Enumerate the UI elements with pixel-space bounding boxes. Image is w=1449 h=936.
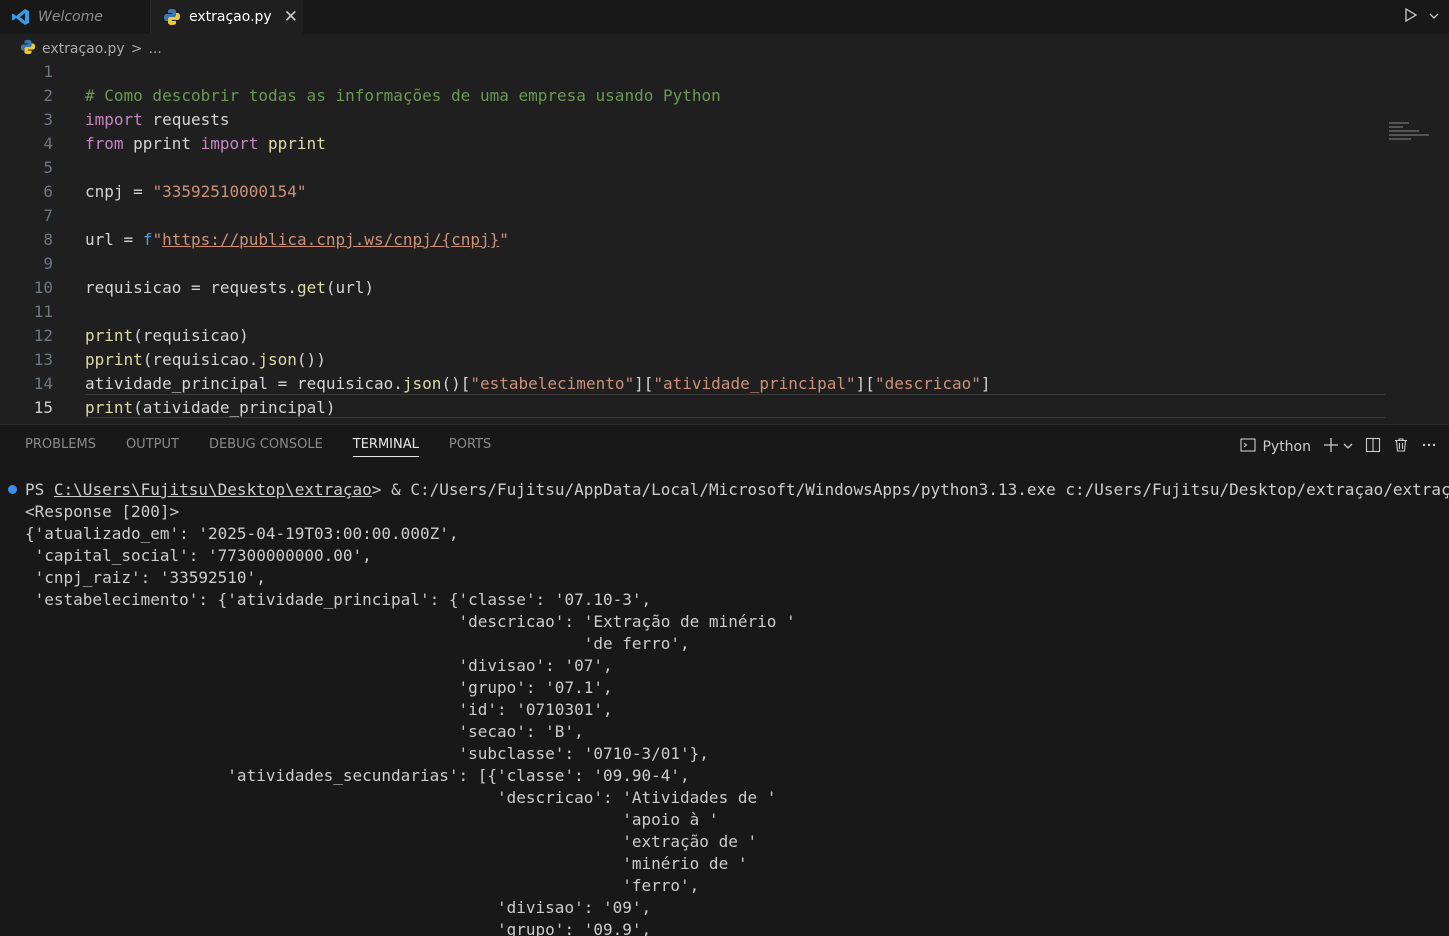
panel-tab-output[interactable]: OUTPUT [126, 437, 179, 457]
prompt-ps: PS [25, 480, 54, 499]
operator: = [181, 278, 211, 297]
vscode-window: Welcome extraçao.py ✕ extraçao.py > ... … [0, 0, 1449, 936]
operator: = [113, 230, 143, 249]
code-line-12: pprint(requisicao.json()) [0, 324, 1400, 369]
terminal-output-line: 'cnpj_raiz': '33592510', [25, 568, 266, 587]
tab-extracao-py[interactable]: extraçao.py ✕ [151, 0, 303, 34]
run-dropdown-chevron-icon[interactable] [1429, 10, 1439, 25]
panel-actions: Python [1240, 437, 1437, 457]
imported-name: pprint [258, 134, 326, 153]
terminal-output-line: 'id': '0710301', [25, 700, 613, 719]
code-line-5: cnpj = "33592510000154" [0, 156, 1400, 201]
code-line-9: requisicao = requests.get(url) [0, 252, 1400, 297]
breadcrumb-more[interactable]: ... [148, 41, 161, 57]
panel-tab-debug-console[interactable]: DEBUG CONSOLE [209, 437, 323, 457]
object-ref: requests. [210, 278, 297, 297]
vscode-logo-icon [12, 8, 30, 26]
keyword-import: import [200, 134, 259, 153]
terminal-output-line: 'descricao': 'Atividades de ' [25, 788, 777, 807]
python-file-icon [163, 8, 181, 26]
terminal-output-line: 'subclasse': '0710-3/01'}, [25, 744, 709, 763]
operator: = [123, 182, 153, 201]
prompt-command: > & C:/Users/Fujitsu/AppData/Local/Micro… [371, 480, 1449, 499]
terminal-output-line: 'divisao': '09', [25, 898, 652, 917]
terminal-output-line: 'divisao': '07', [25, 656, 613, 675]
tab-welcome[interactable]: Welcome [0, 0, 151, 34]
code-line-3: from pprint import pprint [0, 108, 1400, 153]
variable-name: url [85, 230, 114, 249]
variable-name: cnpj [85, 182, 124, 201]
terminal-prompt-line: PS C:\Users\Fujitsu\Desktop\extraçao> & … [25, 479, 1449, 501]
panel-tab-problems[interactable]: PROBLEMS [25, 437, 96, 457]
breadcrumb-separator: > [130, 41, 143, 57]
code-editor[interactable]: 1 2 3 4 5 6 7 8 9 10 11 12 13 14 15 # Como descobrir t… [0, 60, 1449, 422]
terminal-output-line: 'descricao': 'Extração de minério ' [25, 612, 796, 631]
current-line-highlight [85, 394, 1385, 418]
terminal-output-line: 'minério de ' [25, 854, 748, 873]
panel-tab-ports[interactable]: PORTS [449, 437, 491, 457]
quote: " [499, 230, 509, 249]
tab-extracao-label: extraçao.py [189, 9, 272, 25]
python-file-icon [20, 39, 36, 59]
terminal-output-line: 'secao': 'B', [25, 722, 584, 741]
code-line-1: # Como descobrir todas as informações de… [0, 60, 1400, 105]
code-line-7: url = f"https://publica.cnpj.ws/cnpj/{cn… [0, 204, 1400, 249]
prompt-path[interactable]: C:\Users\Fujitsu\Desktop\extraçao [54, 480, 372, 499]
code-line-2: import requests [0, 84, 1400, 129]
minimap[interactable] [1389, 122, 1439, 152]
terminal-output-line: 'de ferro', [25, 634, 690, 653]
function-call: get [296, 278, 326, 297]
fstring-prefix: f [142, 230, 153, 249]
code-line-13: atividade_principal = requisicao.json()[… [0, 348, 1400, 393]
close-tab-icon[interactable]: ✕ [284, 7, 298, 27]
trash-icon[interactable] [1393, 437, 1409, 457]
terminal-output-line: 'apoio à ' [25, 810, 719, 829]
terminal-output-line: 'capital_social': '77300000000.00', [25, 546, 372, 565]
breadcrumb: extraçao.py > ... [20, 38, 162, 60]
new-terminal-plus-icon[interactable] [1323, 437, 1339, 457]
terminal-shell-label[interactable]: Python [1262, 439, 1311, 455]
variable-name: requisicao [85, 278, 182, 297]
panel-tab-terminal[interactable]: TERMINAL [352, 437, 419, 457]
string-literal: "33592510000154" [152, 182, 307, 201]
bottom-panel: PROBLEMS OUTPUT DEBUG CONSOLE TERMINAL PORTS… [0, 424, 1449, 936]
command-status-dot-icon [8, 485, 17, 494]
breadcrumb-file[interactable]: extraçao.py [42, 41, 125, 57]
terminal-output-line: {'atualizado_em': '2025-04-19T03:00:00.0… [25, 524, 459, 543]
terminal-output-line: 'estabelecimento': {'atividade_principal… [25, 590, 652, 609]
more-actions-icon[interactable] [1421, 437, 1437, 457]
terminal-icon [1240, 437, 1257, 457]
panel-tabs: PROBLEMS OUTPUT DEBUG CONSOLE TERMINAL PORTS [25, 437, 491, 457]
terminal-output-line: 'grupo': '07.1', [25, 678, 613, 697]
editor-actions [1403, 0, 1439, 34]
quote: " [152, 230, 163, 249]
module-name: pprint [123, 134, 201, 153]
url-link[interactable]: https://publica.cnpj.ws/cnpj/{cnpj} [162, 230, 499, 249]
editor-tab-bar: Welcome extraçao.py ✕ [0, 0, 1449, 34]
terminal-output-line: <Response [200]> [25, 502, 180, 521]
tab-welcome-label: Welcome [38, 9, 103, 25]
call-args: (url) [325, 278, 375, 297]
code-line-11: print(requisicao) [0, 300, 1400, 345]
run-icon[interactable] [1403, 7, 1419, 27]
keyword-from: from [85, 134, 124, 153]
terminal-dropdown-chevron-icon[interactable] [1343, 439, 1353, 455]
terminal-output-line: 'extração de ' [25, 832, 758, 851]
terminal-output-line: 'grupo': '09.9', [25, 920, 652, 936]
terminal-output-line: 'ferro', [25, 876, 700, 895]
split-terminal-icon[interactable] [1365, 437, 1381, 457]
terminal-output-line: 'atividades_secundarias': [{'classe': '0… [25, 766, 690, 785]
code-line-14: print(atividade_principal) [0, 372, 1400, 417]
